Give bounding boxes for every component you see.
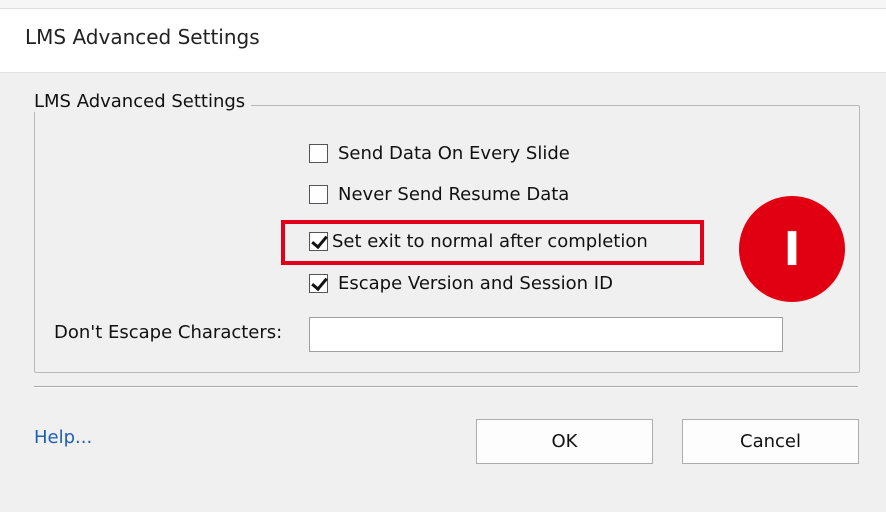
footer-divider-highlight (34, 387, 858, 388)
ok-button[interactable]: OK (476, 419, 653, 464)
escape-version-session-label: Escape Version and Session ID (338, 273, 613, 294)
escape-version-session-option[interactable]: Escape Version and Session ID (309, 273, 613, 294)
help-link[interactable]: Help... (34, 427, 92, 448)
window-top-edge (0, 0, 886, 9)
never-send-resume-data-checkbox[interactable] (309, 185, 328, 204)
escape-version-session-checkbox[interactable] (309, 274, 328, 293)
step-marker-badge: I (739, 196, 845, 302)
dont-escape-characters-label: Don't Escape Characters: (54, 322, 283, 343)
group-legend: LMS Advanced Settings (29, 91, 252, 112)
highlight-box (281, 220, 704, 265)
cancel-button[interactable]: Cancel (682, 419, 859, 464)
title-bar: LMS Advanced Settings (0, 0, 886, 73)
dont-escape-characters-input[interactable] (309, 317, 783, 352)
never-send-resume-data-option[interactable]: Never Send Resume Data (309, 184, 569, 205)
window-title: LMS Advanced Settings (25, 25, 260, 49)
send-data-every-slide-option[interactable]: Send Data On Every Slide (309, 143, 570, 164)
send-data-every-slide-checkbox[interactable] (309, 144, 328, 163)
never-send-resume-data-label: Never Send Resume Data (338, 184, 570, 205)
send-data-every-slide-label: Send Data On Every Slide (338, 143, 570, 164)
